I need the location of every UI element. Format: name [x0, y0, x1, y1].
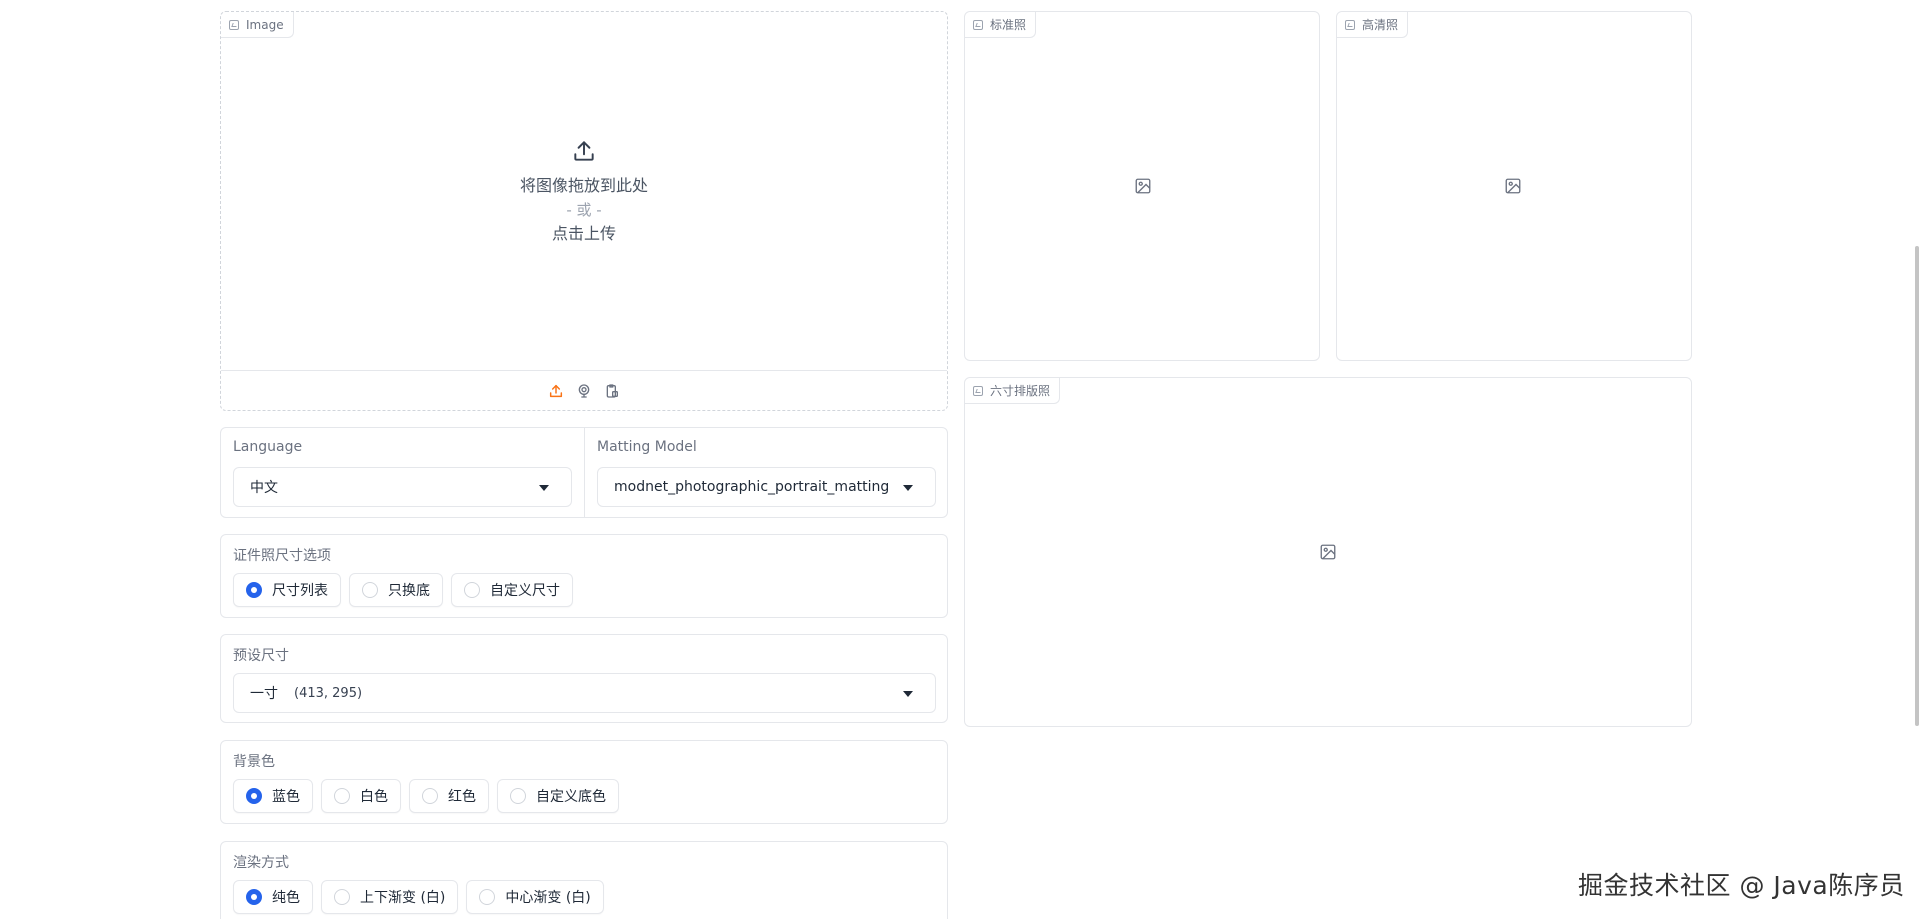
or-text: - 或 - [566, 201, 602, 219]
preset-size-dims: (413, 295) [294, 685, 363, 701]
radio-label: 只换底 [388, 583, 430, 599]
source-selector-bar [221, 370, 947, 410]
matting-model-dropdown[interactable]: modnet_photographic_portrait_matting [597, 467, 936, 507]
radio-vertical-gradient[interactable]: 上下渐变 (白) [321, 880, 459, 914]
matting-model-label: Matting Model [597, 439, 697, 455]
radio-label: 尺寸列表 [272, 583, 328, 599]
watermark: 掘金技术社区 @ Java陈序员 [1578, 871, 1905, 900]
radio-unselected-icon [510, 788, 526, 804]
radio-label: 纯色 [272, 890, 300, 906]
image-placeholder-icon [1320, 544, 1336, 560]
radio-custom-size[interactable]: 自定义尺寸 [451, 573, 573, 607]
radio-unselected-icon [479, 889, 496, 905]
radio-label: 红色 [448, 789, 476, 805]
chevron-down-icon [903, 691, 913, 697]
image-icon [973, 19, 983, 30]
language-dropdown[interactable]: 中文 [233, 467, 572, 507]
click-upload-text[interactable]: 点击上传 [552, 222, 616, 246]
language-value: 中文 [250, 480, 278, 496]
image-icon [973, 385, 983, 396]
clipboard-source-icon[interactable] [603, 382, 621, 400]
background-color-radio-group: 蓝色 白色 红色 自定义底色 [233, 779, 619, 813]
render-mode-label: 渲染方式 [233, 855, 289, 871]
size-option-panel: 证件照尺寸选项 尺寸列表 只换底 自定义尺寸 [220, 534, 948, 618]
preset-size-dropdown[interactable]: 一寸 (413, 295) [233, 673, 936, 713]
radio-selected-icon [246, 788, 262, 804]
matting-model-value: modnet_photographic_portrait_matting [614, 479, 890, 495]
radio-blue[interactable]: 蓝色 [233, 779, 313, 813]
radio-solid[interactable]: 纯色 [233, 880, 313, 914]
radio-center-gradient[interactable]: 中心渐变 (白) [466, 880, 604, 914]
radio-only-background[interactable]: 只换底 [349, 573, 443, 607]
standard-photo-label: 标准照 [990, 18, 1027, 32]
preset-size-panel: 预设尺寸 一寸 (413, 295) [220, 634, 948, 723]
render-mode-radio-group: 纯色 上下渐变 (白) 中心渐变 (白) [233, 880, 604, 914]
image-upload-panel[interactable]: Image 将图像拖放到此处 - 或 - 点击上传 [220, 11, 948, 411]
six-inch-tag: 六寸排版照 [965, 378, 1061, 404]
preset-size-label: 预设尺寸 [233, 648, 289, 664]
hd-photo-tag: 高清照 [1337, 12, 1409, 38]
hd-photo-output: 高清照 [1336, 11, 1692, 361]
chevron-down-icon [539, 485, 549, 491]
image-placeholder-icon [1505, 178, 1521, 194]
upload-dropzone[interactable]: 将图像拖放到此处 - 或 - 点击上传 [221, 12, 947, 372]
language-label: Language [233, 439, 303, 455]
size-option-label: 证件照尺寸选项 [233, 548, 331, 564]
standard-photo-tag: 标准照 [965, 12, 1037, 38]
radio-label: 自定义底色 [536, 789, 606, 805]
radio-unselected-icon [422, 788, 438, 804]
divider [584, 428, 585, 517]
six-inch-layout-output: 六寸排版照 [964, 377, 1692, 727]
radio-selected-icon [246, 889, 262, 905]
render-mode-panel: 渲染方式 纯色 上下渐变 (白) 中心渐变 (白) [220, 841, 948, 919]
radio-red[interactable]: 红色 [409, 779, 489, 813]
radio-white[interactable]: 白色 [321, 779, 401, 813]
radio-label: 中心渐变 (白) [505, 890, 591, 906]
standard-photo-output: 标准照 [964, 11, 1320, 361]
page-scrollbar[interactable] [1915, 246, 1919, 726]
background-color-panel: 背景色 蓝色 白色 红色 自定义底色 [220, 740, 948, 824]
upload-source-icon[interactable] [547, 382, 565, 400]
radio-unselected-icon [334, 889, 350, 905]
hd-photo-label: 高清照 [1362, 18, 1399, 32]
radio-unselected-icon [334, 788, 350, 804]
radio-unselected-icon [464, 582, 480, 598]
radio-label: 蓝色 [272, 789, 300, 805]
radio-label: 上下渐变 (白) [360, 890, 446, 906]
image-placeholder-icon [1135, 178, 1151, 194]
upload-arrow-icon [574, 141, 594, 161]
model-settings-panel: Language 中文 Matting Model modnet_photogr… [220, 427, 948, 518]
radio-label: 自定义尺寸 [490, 583, 560, 599]
radio-unselected-icon [362, 582, 378, 598]
radio-size-list[interactable]: 尺寸列表 [233, 573, 341, 607]
chevron-down-icon [903, 485, 913, 491]
drop-text: 将图像拖放到此处 [519, 176, 648, 195]
radio-selected-icon [246, 582, 262, 598]
webcam-source-icon[interactable] [575, 382, 593, 400]
image-icon [1345, 19, 1355, 30]
radio-custom-color[interactable]: 自定义底色 [497, 779, 619, 813]
six-inch-label: 六寸排版照 [990, 384, 1051, 398]
radio-label: 白色 [360, 789, 388, 805]
size-option-radio-group: 尺寸列表 只换底 自定义尺寸 [233, 573, 573, 607]
background-color-label: 背景色 [233, 754, 275, 770]
preset-size-name: 一寸 [250, 686, 278, 702]
